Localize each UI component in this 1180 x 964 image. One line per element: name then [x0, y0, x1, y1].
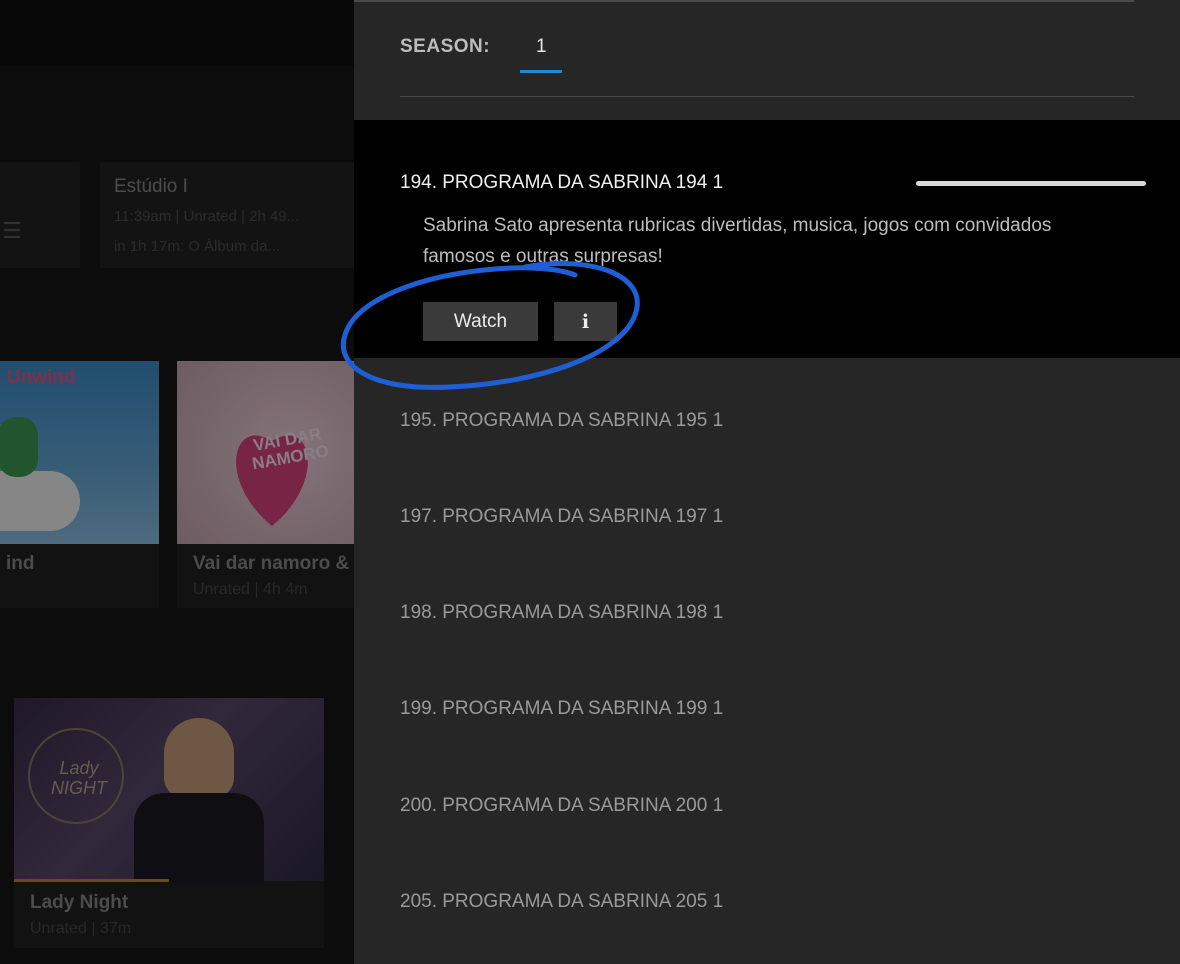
- episode-row[interactable]: 200. PROGRAMA DA SABRINA 200 1: [400, 795, 723, 817]
- episode-progress-bar: [916, 181, 1146, 186]
- selected-episode-title: 194. PROGRAMA DA SABRINA 194 1: [400, 172, 724, 193]
- episode-row[interactable]: 198. PROGRAMA DA SABRINA 198 1: [400, 602, 723, 624]
- episode-row[interactable]: 205. PROGRAMA DA SABRINA 205 1: [400, 891, 723, 913]
- season-selector[interactable]: 1: [536, 36, 547, 58]
- episode-progress-fill: [917, 182, 1145, 185]
- episode-row[interactable]: 199. PROGRAMA DA SABRINA 199 1: [400, 698, 723, 720]
- episode-row[interactable]: 195. PROGRAMA DA SABRINA 195 1: [400, 410, 723, 432]
- episodes-panel: SEASON: 1 194. PROGRAMA DA SABRINA 194 1…: [354, 0, 1180, 964]
- panel-top-divider: [354, 0, 1134, 2]
- season-label: SEASON:: [400, 36, 491, 57]
- background-guide: ☰ Estúdio I 11:39am | Unrated | 2h 49...…: [0, 0, 354, 964]
- watch-button[interactable]: Watch: [423, 302, 538, 341]
- episode-row[interactable]: 197. PROGRAMA DA SABRINA 197 1: [400, 506, 723, 528]
- episode-description: Sabrina Sato apresenta rubricas divertid…: [423, 215, 1052, 267]
- info-button[interactable]: i: [554, 302, 617, 341]
- season-active-indicator: [520, 70, 562, 73]
- selected-episode[interactable]: 194. PROGRAMA DA SABRINA 194 1 Sabrina S…: [354, 120, 1180, 358]
- season-divider: [400, 96, 1134, 97]
- background-dim-overlay: [0, 0, 354, 964]
